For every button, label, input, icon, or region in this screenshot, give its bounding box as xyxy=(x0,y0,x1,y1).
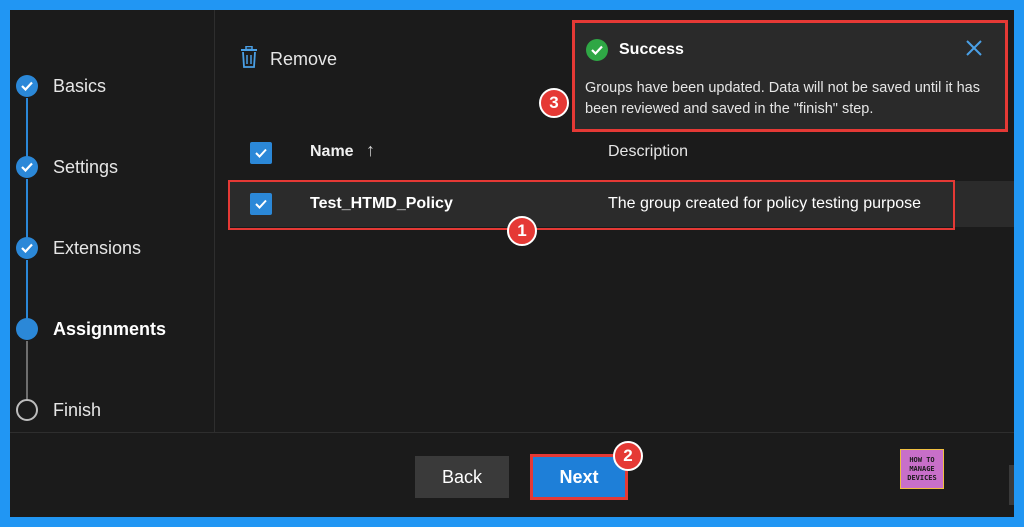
wizard-steps: Basics Settings Extensions Assignments F… xyxy=(10,10,215,432)
logo-text: HOW TO xyxy=(909,455,935,464)
step-connector xyxy=(26,341,28,401)
checkmark-icon xyxy=(16,156,38,178)
current-step-icon xyxy=(16,318,38,340)
step-connector xyxy=(26,179,28,239)
checkmark-icon xyxy=(16,237,38,259)
annotation-badge-1: 1 xyxy=(507,216,537,246)
remove-button[interactable]: Remove xyxy=(240,45,338,73)
checkmark-icon xyxy=(16,75,38,97)
logo-text: MANAGE xyxy=(909,464,935,473)
close-icon[interactable] xyxy=(963,37,985,59)
checkmark-circle-icon xyxy=(586,39,608,61)
wizard-footer: Back Next 2 HOW TO MANAGE DEVICES xyxy=(10,432,1014,517)
step-label: Finish xyxy=(53,399,102,420)
site-logo: HOW TO MANAGE DEVICES xyxy=(900,449,944,489)
trash-icon xyxy=(240,45,258,73)
step-connector xyxy=(26,98,28,158)
notification-message: Groups have been updated. Data will not … xyxy=(585,80,980,117)
annotation-badge-3: 3 xyxy=(539,88,569,118)
step-label: Extensions xyxy=(53,237,142,258)
step-connector xyxy=(26,260,28,320)
back-button[interactable]: Back xyxy=(415,456,509,498)
success-notification: Success Groups have been updated. Data w… xyxy=(572,20,1008,132)
app-window: Basics Settings Extensions Assignments F… xyxy=(10,10,1014,517)
notification-title: Success xyxy=(619,41,684,58)
step-label: Basics xyxy=(53,75,107,96)
scrollbar[interactable] xyxy=(1009,465,1014,505)
column-header-name[interactable]: Name xyxy=(310,143,354,161)
column-header-description[interactable]: Description xyxy=(608,143,688,161)
highlight-box xyxy=(228,180,955,230)
select-all-checkbox[interactable] xyxy=(250,142,272,164)
annotation-badge-2: 2 xyxy=(613,441,643,471)
pending-step-icon xyxy=(16,399,38,421)
remove-label: Remove xyxy=(270,49,338,69)
table-header: Name ↑ Description xyxy=(216,132,1014,174)
sort-ascending-icon: ↑ xyxy=(366,140,375,160)
step-label: Assignments xyxy=(53,318,167,339)
logo-text: DEVICES xyxy=(907,473,937,482)
step-label: Settings xyxy=(53,156,119,177)
